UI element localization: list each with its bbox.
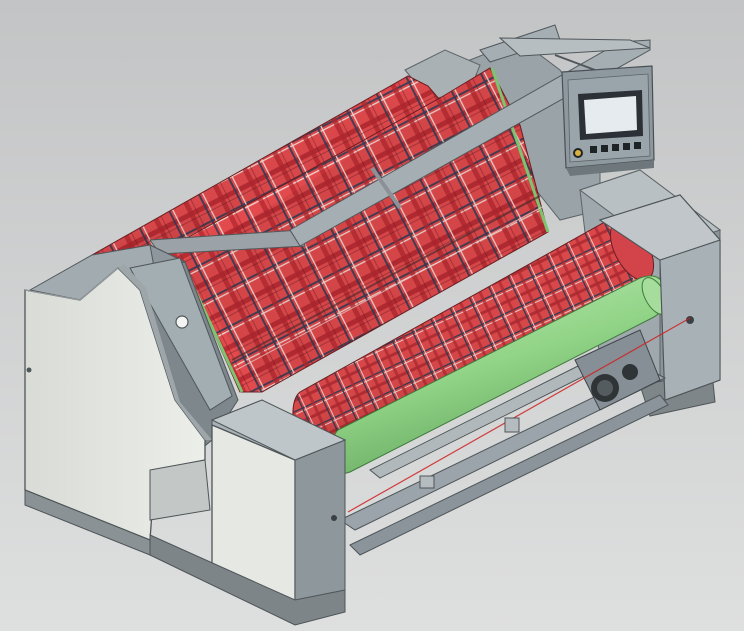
touch-screen-panel-icon — [578, 90, 643, 140]
machine-illustration — [0, 0, 744, 631]
bolt-hole-icon — [175, 315, 189, 329]
control-panel — [561, 65, 655, 176]
